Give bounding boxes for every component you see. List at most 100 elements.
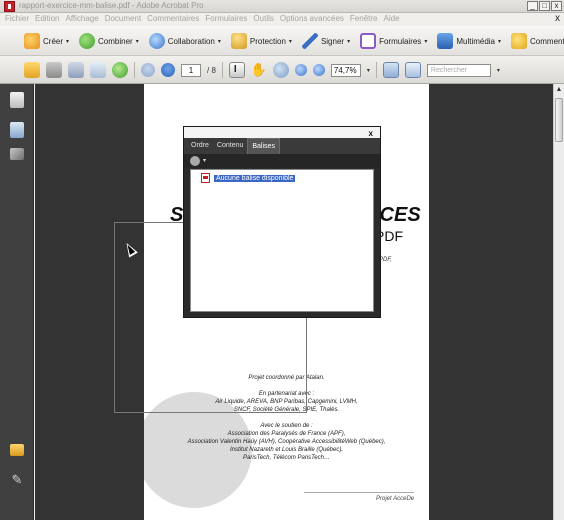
create-label: Créer: [43, 36, 64, 46]
chevron-down-icon: ▾: [135, 38, 139, 45]
chevron-down-icon: ▾: [288, 38, 292, 45]
pages-panel-icon[interactable]: [10, 92, 24, 108]
menu-fichier[interactable]: Fichier: [5, 14, 29, 23]
hand-tool-icon[interactable]: ✋: [251, 62, 267, 78]
save-icon[interactable]: [68, 62, 84, 78]
collaboration-task-button[interactable]: Collaboration ▾: [148, 33, 221, 49]
credits-support-3: Institut Nazareth et Louis Braille (Québ…: [229, 447, 344, 453]
signatures-panel-icon[interactable]: [10, 148, 24, 160]
bookmarks-panel-icon[interactable]: [10, 122, 24, 138]
collaboration-icon: [148, 33, 165, 49]
close-document-button[interactable]: x: [555, 13, 560, 24]
protection-label: Protection: [249, 36, 286, 46]
menu-outils[interactable]: Outils: [253, 14, 273, 23]
zoom-tool-icon[interactable]: [272, 62, 289, 78]
menu-bar: Fichier Edition Affichage Document Comme…: [0, 13, 564, 26]
navigation-toolbar: 1 / 8 ✋ 74,7% ▾ Rechercher ▾: [0, 56, 564, 84]
credits-support-2: Association Valentin Haüy (AVH), Coopéra…: [187, 439, 386, 445]
window-title: rapport-exercice-mm-balise.pdf - Adobe A…: [19, 1, 204, 10]
forms-task-button[interactable]: Formulaires ▾: [360, 33, 427, 49]
tag-tree-item-label: Aucune balise disponible: [214, 174, 296, 182]
multimedia-label: Multimédia: [456, 36, 496, 46]
zoom-in-icon[interactable]: [312, 64, 325, 76]
tags-floating-panel[interactable]: x Ordre Contenu Balises ▾ Aucune balise …: [183, 126, 381, 318]
doc-title-fragment-right: ICES: [374, 204, 421, 226]
menu-commentaires[interactable]: Commentaires: [147, 14, 199, 23]
combine-label: Combiner: [98, 36, 133, 46]
comments-task-button[interactable]: Commentaires ▾: [511, 33, 564, 49]
acrobat-app-icon: [4, 1, 15, 12]
gear-icon[interactable]: [190, 156, 200, 166]
multimedia-icon: [437, 33, 454, 49]
chevron-down-icon: ▾: [347, 38, 351, 45]
tag-tree-item[interactable]: Aucune balise disponible: [201, 173, 296, 183]
page-total: / 8: [207, 65, 216, 75]
comments-label: Commentaires: [530, 36, 564, 46]
previous-page-icon[interactable]: [141, 63, 155, 77]
maximize-button[interactable]: □: [539, 1, 550, 11]
menu-aide[interactable]: Aide: [384, 14, 400, 23]
navigation-pane: ✎: [0, 84, 34, 520]
page-number-input[interactable]: 1: [181, 63, 201, 77]
menu-list: Fichier Edition Affichage Document Comme…: [5, 14, 400, 23]
print-icon[interactable]: [46, 62, 62, 78]
minimize-button[interactable]: _: [527, 1, 538, 11]
doc-footer: Projet AcceDe: [376, 496, 415, 502]
tasks-toolbar: Créer ▾ Combiner ▾ Collaboration ▾ Prote…: [0, 26, 564, 56]
fit-page-icon[interactable]: [382, 62, 399, 78]
close-window-button[interactable]: x: [551, 1, 562, 11]
open-folder-icon[interactable]: [24, 62, 40, 78]
menu-document[interactable]: Document: [105, 14, 141, 23]
toolbar-separator: [375, 62, 377, 78]
pdf-document-icon: [201, 173, 210, 183]
chevron-down-icon: ▾: [498, 38, 502, 45]
credits-support-head: Avec le soutien de :: [260, 423, 313, 429]
credits-support-4: ParisTech, Télécom ParisTech…: [243, 455, 330, 461]
email-icon[interactable]: [90, 62, 106, 78]
protection-icon: [230, 33, 247, 49]
tags-tree[interactable]: Aucune balise disponible: [190, 169, 374, 312]
scroll-up-icon[interactable]: ▲: [555, 86, 563, 96]
forms-label: Formulaires: [379, 36, 422, 46]
search-input[interactable]: Rechercher: [426, 63, 491, 77]
vertical-scrollbar[interactable]: ▲: [553, 84, 564, 520]
chevron-down-icon: ▾: [424, 38, 428, 45]
menu-edition[interactable]: Edition: [35, 14, 59, 23]
select-text-tool-icon[interactable]: [228, 62, 245, 78]
chevron-down-icon: ▾: [66, 38, 70, 45]
zoom-dropdown-icon[interactable]: ▾: [367, 67, 370, 74]
sign-label: Signer: [320, 36, 345, 46]
tab-balises[interactable]: Balises: [247, 138, 280, 154]
tab-contenu[interactable]: Contenu: [213, 138, 247, 154]
comments-panel-icon[interactable]: [10, 444, 24, 456]
sign-icon: [301, 33, 318, 49]
fit-width-icon[interactable]: [404, 62, 421, 78]
close-icon[interactable]: x: [369, 129, 373, 138]
menu-affichage[interactable]: Affichage: [65, 14, 98, 23]
next-page-icon[interactable]: [161, 63, 175, 77]
title-bar: rapport-exercice-mm-balise.pdf - Adobe A…: [0, 0, 564, 13]
combine-task-button[interactable]: Combiner ▾: [79, 33, 139, 49]
zoom-level-field[interactable]: 74,7%: [330, 63, 361, 77]
chevron-down-icon[interactable]: ▾: [203, 157, 206, 164]
scroll-thumb[interactable]: [555, 98, 563, 142]
sign-task-button[interactable]: Signer ▾: [301, 33, 351, 49]
menu-formulaires[interactable]: Formulaires: [205, 14, 247, 23]
create-task-button[interactable]: Créer ▾: [24, 33, 69, 49]
zoom-out-icon[interactable]: [294, 64, 307, 76]
panel-title-strip[interactable]: [184, 127, 380, 138]
search-dropdown-icon[interactable]: ▾: [497, 67, 500, 74]
attachments-paperclip-icon[interactable]: ✎: [10, 472, 24, 488]
protection-task-button[interactable]: Protection ▾: [230, 33, 292, 49]
window-controls: _ □ x: [527, 1, 562, 11]
share-globe-icon[interactable]: [112, 62, 128, 78]
toolbar-separator: [221, 62, 223, 78]
forms-icon: [360, 33, 377, 49]
multimedia-task-button[interactable]: Multimédia ▾: [437, 33, 501, 49]
document-viewport[interactable]: S ICES PDF ents PDF, n. Projet coordonné…: [35, 84, 553, 520]
tab-ordre[interactable]: Ordre: [187, 138, 213, 154]
menu-options-avancees[interactable]: Options avancées: [280, 14, 344, 23]
menu-fenetre[interactable]: Fenêtre: [350, 14, 378, 23]
combine-icon: [79, 33, 96, 49]
tags-options-toolbar: ▾: [184, 154, 380, 168]
